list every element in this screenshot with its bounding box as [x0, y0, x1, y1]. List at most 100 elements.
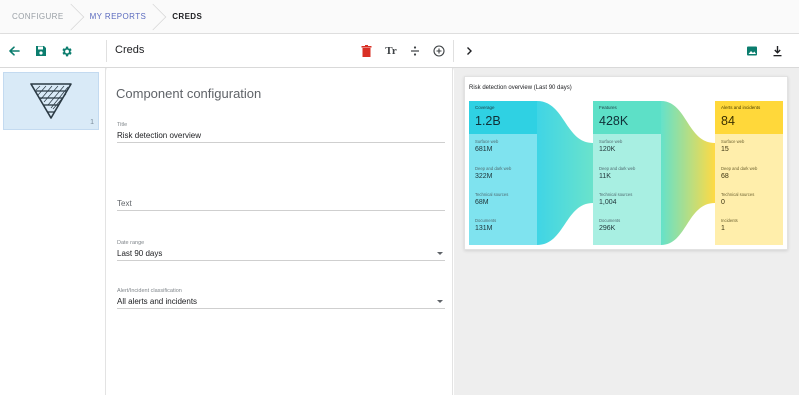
coverage-column: Coverage 1.2B Surface web 681M Deep and d… — [469, 101, 537, 245]
add-icon[interactable] — [431, 43, 447, 59]
coverage-header: Coverage 1.2B — [469, 101, 537, 134]
breadcrumb-creds-label: CREDS — [172, 12, 203, 21]
item-label: Documents — [599, 218, 621, 223]
item-label: Deep and dark web — [721, 166, 758, 171]
title-field-label: Title — [117, 122, 128, 128]
features-label: Features — [599, 105, 617, 110]
item-value: 296K — [599, 225, 616, 232]
list-item: Surface web 15 — [721, 139, 744, 153]
list-item: Deep and dark web 68 — [721, 166, 757, 180]
coverage-label: Coverage — [475, 105, 495, 110]
list-item: Documents 131M — [475, 218, 496, 232]
features-column: Features 428K Surface web 120K Deep and d… — [593, 101, 661, 245]
list-item: Surface web 681M — [475, 139, 498, 153]
item-label: Technical sources — [721, 192, 755, 197]
date-range-value: Last 90 days — [117, 249, 163, 258]
list-item: Technical sources 0 — [721, 192, 754, 206]
item-value: 322M — [475, 173, 493, 180]
risk-overview-card[interactable]: Risk detection overview (Last 90 days) C… — [464, 76, 788, 250]
date-range-label: Date range — [117, 240, 145, 246]
save-icon[interactable] — [33, 43, 49, 59]
item-value: 0 — [721, 199, 725, 206]
list-item: Technical sources 68M — [475, 192, 508, 206]
dropdown-caret-icon — [437, 300, 443, 303]
image-icon[interactable] — [744, 43, 760, 59]
connector-coverage-features — [537, 101, 593, 245]
item-value: 131M — [475, 225, 493, 232]
item-value: 681M — [475, 146, 493, 153]
page-thumbnail[interactable]: 1 — [3, 72, 99, 130]
item-label: Technical sources — [475, 192, 509, 197]
text-input[interactable]: Text — [117, 197, 445, 211]
item-value: 11K — [599, 173, 611, 180]
item-label: Incidents — [721, 218, 738, 223]
breadcrumb-configure[interactable]: CONFIGURE — [0, 0, 84, 33]
item-value: 120K — [599, 146, 616, 153]
download-icon[interactable] — [769, 43, 785, 59]
list-item: Surface web 120K — [599, 139, 622, 153]
title-field: Title Risk detection overview — [117, 122, 445, 143]
item-value: 68 — [721, 173, 729, 180]
item-value: 1,004 — [599, 199, 617, 206]
text-field-label — [117, 190, 445, 197]
preview-canvas: Risk detection overview (Last 90 days) C… — [454, 68, 799, 395]
coverage-breakdown: Surface web 681M Deep and dark web 322M Te… — [469, 134, 537, 245]
report-title: Creds — [115, 44, 145, 56]
breadcrumb-my-reports-label: MY REPORTS — [89, 12, 147, 21]
item-value: 15 — [721, 146, 729, 153]
alerts-column: Alerts and incidents 84 Surface web 15 De… — [715, 101, 783, 245]
pages-panel: 1 — [0, 68, 106, 395]
date-range-select[interactable]: Last 90 days — [117, 247, 445, 261]
list-item: Deep and dark web 11K — [599, 166, 635, 180]
classification-select[interactable]: All alerts and incidents — [117, 295, 445, 309]
config-panel: Component configuration Title Risk detec… — [107, 68, 453, 395]
text-field: Text — [117, 190, 445, 211]
item-value: 68M — [475, 199, 489, 206]
item-value: 1 — [721, 225, 725, 232]
item-label: Surface web — [721, 139, 745, 144]
connector-features-alerts — [661, 101, 715, 245]
classification-value: All alerts and incidents — [117, 297, 198, 306]
title-input-value: Risk detection overview — [117, 131, 202, 140]
classification-field: Alert/Incident classification All alerts… — [117, 288, 445, 309]
alerts-value: 84 — [721, 114, 735, 128]
features-value: 428K — [599, 114, 629, 128]
list-item: Incidents 1 — [721, 218, 738, 232]
toolbar-divider — [453, 40, 454, 62]
dropdown-caret-icon — [437, 252, 443, 255]
features-header: Features 428K — [593, 101, 661, 134]
text-tool-label: Tr — [385, 45, 397, 57]
coverage-value: 1.2B — [475, 114, 501, 128]
funnel-icon — [30, 83, 72, 119]
page-number: 1 — [90, 119, 94, 126]
breadcrumb-my-reports[interactable]: MY REPORTS — [78, 0, 167, 33]
item-label: Surface web — [475, 139, 499, 144]
back-arrow-icon[interactable] — [6, 43, 22, 59]
item-label: Documents — [475, 218, 497, 223]
breadcrumb-creds: CREDS — [160, 0, 216, 33]
text-input-placeholder: Text — [117, 199, 132, 208]
item-label: Surface web — [599, 139, 623, 144]
alerts-breakdown: Surface web 15 Deep and dark web 68 Techni… — [715, 134, 783, 245]
features-breakdown: Surface web 120K Deep and dark web 11K Tec… — [593, 134, 661, 245]
text-icon[interactable]: Tr — [383, 43, 399, 59]
classification-label: Alert/Incident classification — [117, 288, 182, 294]
alerts-label: Alerts and incidents — [721, 105, 761, 110]
item-label: Technical sources — [599, 192, 633, 197]
chevron-right-icon[interactable] — [461, 43, 477, 59]
delete-icon[interactable] — [358, 43, 374, 59]
settings-icon[interactable] — [58, 43, 74, 59]
title-input[interactable]: Risk detection overview — [117, 129, 445, 143]
item-label: Deep and dark web — [475, 166, 512, 171]
config-heading: Component configuration — [116, 86, 262, 101]
alerts-header: Alerts and incidents 84 — [715, 101, 783, 134]
breadcrumb-configure-label: CONFIGURE — [12, 12, 64, 21]
divider-icon[interactable] — [407, 43, 423, 59]
list-item: Technical sources 1,004 — [599, 192, 632, 206]
list-item: Deep and dark web 322M — [475, 166, 511, 180]
breadcrumb: CONFIGURE MY REPORTS CREDS — [0, 0, 799, 34]
item-label: Deep and dark web — [599, 166, 636, 171]
toolbar-divider — [106, 40, 107, 62]
toolbar: Creds Tr — [0, 34, 799, 68]
date-range-field: Date range Last 90 days — [117, 240, 445, 261]
